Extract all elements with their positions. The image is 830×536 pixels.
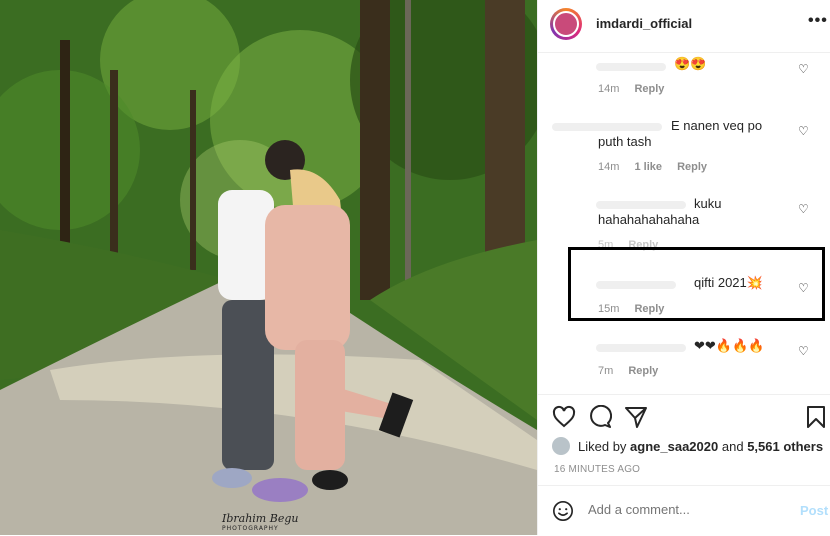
liked-others-link[interactable]: 5,561 others (747, 439, 823, 454)
comment-like-icon[interactable]: ♡ (798, 63, 810, 75)
liked-by-avatar[interactable] (552, 437, 570, 455)
comments-list[interactable]: 😍😍 14m Reply ♡ E nanen veq po puth tash … (538, 53, 830, 393)
comment-meta: 14m 1 like Reply (598, 161, 719, 173)
add-comment-bar: Post (538, 485, 830, 536)
comment-text-line2: hahahahahahaha (598, 212, 700, 227)
more-options-icon[interactable]: ••• (808, 12, 828, 30)
comment-text: 😍😍 (674, 56, 707, 71)
reply-button[interactable]: Reply (677, 161, 707, 173)
like-heart-icon[interactable] (552, 405, 576, 429)
username-link[interactable]: imdardi_official (596, 16, 692, 31)
redacted-username (596, 344, 686, 352)
redacted-username (596, 63, 666, 71)
post-actions: Liked by agne_saa2020 and 5,561 others 1… (538, 394, 830, 495)
comment-like-icon[interactable]: ♡ (798, 203, 810, 215)
save-bookmark-icon[interactable] (804, 405, 828, 429)
comment-text: ❤❤🔥🔥🔥 (694, 338, 765, 353)
redacted-username (552, 123, 662, 131)
liked-user-link[interactable]: agne_saa2020 (630, 439, 718, 454)
watermark-subtitle: PHOTOGRAPHY (222, 525, 279, 532)
reply-button[interactable]: Reply (628, 365, 658, 377)
comment-bubble-icon[interactable] (588, 405, 612, 429)
redacted-username (596, 201, 686, 209)
add-comment-input[interactable] (588, 502, 778, 517)
comment-like-icon[interactable]: ♡ (798, 125, 810, 137)
comment-time: 14m (598, 161, 620, 173)
post-button[interactable]: Post (800, 503, 828, 518)
comment-time: 14m (598, 83, 620, 95)
highlight-box (568, 247, 825, 321)
post-time-ago[interactable]: 16 MINUTES AGO (554, 464, 640, 475)
reply-button[interactable]: Reply (634, 83, 664, 95)
photographer-watermark: Ibrahim Begu PHOTOGRAPHY (222, 512, 299, 532)
comment-time: 7m (598, 365, 614, 377)
avatar[interactable] (550, 8, 582, 40)
post-header: imdardi_official ••• (538, 0, 830, 53)
post-photo[interactable]: Ibrahim Begu PHOTOGRAPHY (0, 0, 537, 535)
photo-scene (0, 0, 537, 535)
emoji-smile-icon[interactable] (552, 500, 574, 522)
liked-by-text: Liked by agne_saa2020 and 5,561 others (578, 439, 823, 454)
comment-text-line2: puth tash (598, 134, 652, 149)
comment-text-line1: E nanen veq po (671, 118, 763, 133)
comment-likes[interactable]: 1 like (634, 161, 662, 173)
liked-prefix: Liked by (578, 439, 627, 454)
comment-meta: 14m Reply (598, 83, 676, 95)
share-paper-plane-icon[interactable] (624, 405, 648, 429)
comment-meta: 7m Reply (598, 365, 670, 377)
comment-text-line1: kuku (694, 196, 722, 211)
liked-and: and (721, 439, 744, 454)
comment-like-icon[interactable]: ♡ (798, 345, 810, 357)
